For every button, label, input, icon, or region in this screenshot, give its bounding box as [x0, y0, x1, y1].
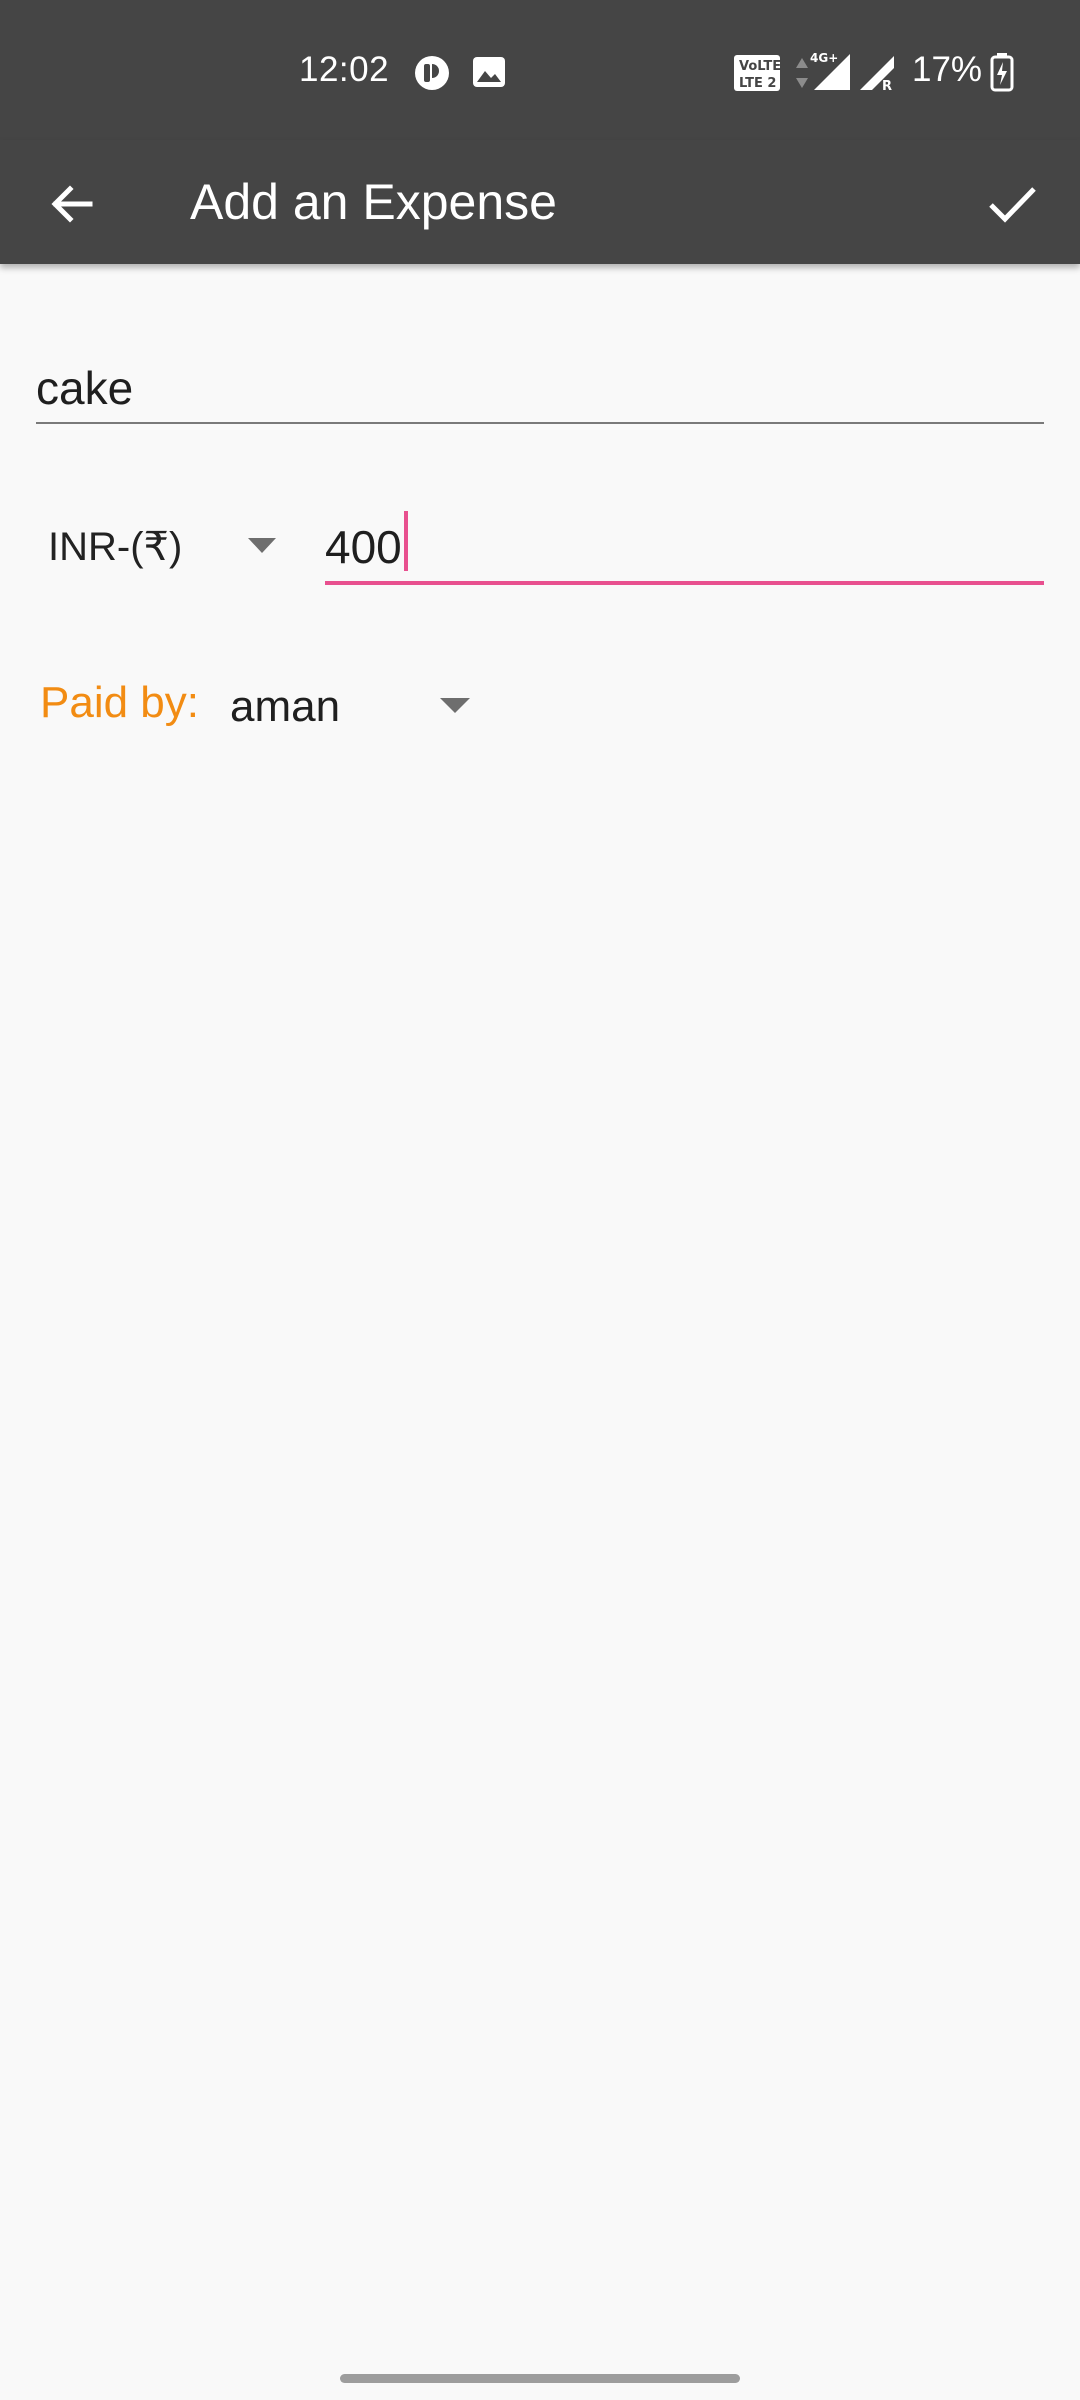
back-button[interactable] — [30, 162, 114, 246]
arrow-back-icon — [51, 185, 93, 223]
amount-value: 400 — [325, 521, 402, 573]
chevron-down-icon — [248, 538, 276, 553]
payer-dropdown[interactable]: aman — [222, 670, 492, 740]
battery-percentage: 17% — [912, 50, 983, 89]
svg-text:VoLTE: VoLTE — [739, 59, 781, 74]
gesture-navigation-bar[interactable] — [340, 2374, 740, 2383]
page-title: Add an Expense — [190, 174, 557, 230]
amount-field[interactable]: 400 — [325, 505, 1044, 585]
description-value: cake — [36, 362, 134, 414]
app-bar: Add an Expense — [0, 140, 1080, 264]
description-field[interactable]: cake — [36, 346, 1044, 424]
svg-text:LTE 2: LTE 2 — [739, 76, 776, 91]
save-button[interactable] — [970, 162, 1054, 246]
gallery-icon — [473, 57, 505, 87]
signal-roaming-icon: R — [860, 56, 894, 92]
check-icon — [989, 187, 1036, 223]
chevron-down-icon — [440, 698, 470, 713]
volte-lte2-icon: VoLTE LTE 2 — [734, 55, 781, 91]
signal-4g-icon: 4G+ — [810, 51, 850, 90]
status-bar: 12:02 VoLTE LTE 2 4G+ R 17% — [0, 0, 1080, 140]
data-arrows-icon — [796, 58, 808, 88]
text-cursor — [404, 511, 408, 571]
currency-dropdown[interactable]: INR-(₹) — [36, 508, 296, 582]
battery-charging-icon — [990, 53, 1014, 92]
paid-by-label: Paid by: — [40, 678, 199, 727]
svg-text:R: R — [882, 79, 892, 92]
notification-app-icon — [415, 56, 449, 90]
currency-value: INR-(₹) — [48, 525, 183, 569]
svg-text:4G+: 4G+ — [810, 51, 838, 65]
payer-value: aman — [230, 682, 341, 731]
status-time: 12:02 — [299, 50, 390, 89]
